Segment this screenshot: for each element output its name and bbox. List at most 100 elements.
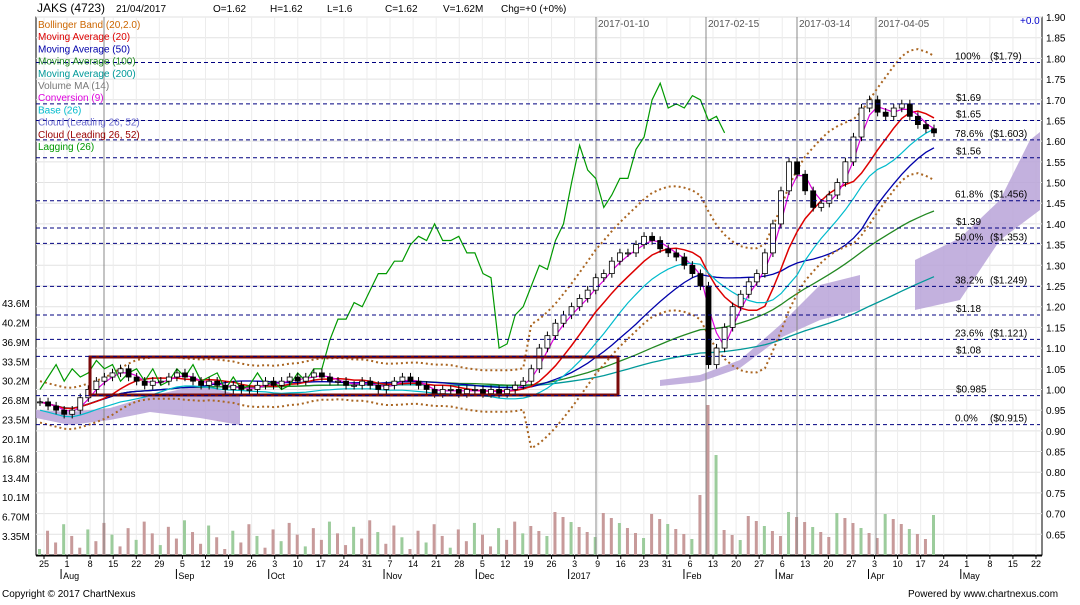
- volume-bar: [787, 512, 791, 555]
- level-label: $1.56: [956, 147, 981, 158]
- volume-bar: [674, 529, 678, 555]
- x-month-label: Oct: [271, 571, 286, 581]
- x-tick-label: 1: [65, 559, 70, 569]
- x-tick-label: 12: [500, 559, 510, 569]
- candle-body: [270, 380, 277, 386]
- candle-body: [246, 389, 253, 391]
- volume-tick-label: 36.9M: [2, 338, 30, 349]
- candle-body: [818, 202, 825, 208]
- candle-body: [431, 389, 438, 395]
- candle-body: [439, 389, 446, 395]
- fibonacci-price: ($1.121): [990, 328, 1027, 339]
- candle-body: [761, 252, 768, 274]
- x-tick-label: 22: [1031, 559, 1041, 569]
- candle-body: [383, 384, 390, 390]
- volume-bar: [762, 526, 766, 555]
- y-tick-label: 0.95: [1046, 406, 1066, 417]
- candle-body: [302, 376, 309, 382]
- marker-date-label: 2017-04-05: [878, 19, 930, 30]
- x-tick-label: 31: [362, 559, 372, 569]
- candle-body: [673, 252, 680, 258]
- volume-tick-label: 3.35M: [2, 532, 30, 543]
- legend-item: Moving Average (50): [38, 44, 130, 55]
- volume-bar: [529, 526, 533, 555]
- volume-bar: [311, 528, 315, 555]
- volume-bar: [859, 528, 863, 555]
- candle-body: [174, 372, 180, 378]
- volume-bar: [303, 546, 307, 555]
- candle-body: [802, 173, 809, 192]
- legend-item: Cloud (Leading 26, 52): [38, 118, 140, 129]
- y-tick-label: 1.90: [1046, 13, 1066, 24]
- volume-bar: [754, 521, 758, 555]
- volume-bar: [505, 539, 509, 555]
- volume-bar: [609, 518, 613, 555]
- x-tick-label: 3: [272, 559, 277, 569]
- candle-body: [109, 372, 116, 378]
- y-tick-label: 1.50: [1046, 179, 1066, 190]
- candle-body: [61, 409, 68, 415]
- level-label: $1.39: [956, 217, 981, 228]
- volume-bar: [54, 542, 58, 555]
- x-tick-label: 14: [408, 559, 418, 569]
- volume-bar: [223, 549, 227, 555]
- volume-bar: [376, 532, 380, 555]
- candle-body: [528, 368, 535, 382]
- candle-body: [343, 380, 349, 386]
- volume-bar: [497, 528, 501, 555]
- volume-bar: [456, 529, 460, 555]
- price-axis: 1.90 1.85 1.80 1.75 1.70 1.65 1.60 1.55 1.50 1.45…: [1046, 13, 1066, 541]
- candle-body: [923, 124, 929, 130]
- y-tick-label: 1.05: [1046, 365, 1066, 376]
- candle-body: [407, 376, 414, 382]
- x-tick-label: 15: [108, 559, 118, 569]
- candle-body: [165, 376, 172, 382]
- candle-body: [117, 368, 124, 374]
- x-tick-label: 12: [200, 559, 210, 569]
- header-top-right: +0.0: [1020, 16, 1040, 27]
- y-tick-label: 1.00: [1046, 385, 1066, 396]
- volume-bar: [666, 524, 670, 555]
- candle-body: [238, 384, 245, 390]
- volume-bar: [336, 533, 339, 555]
- volume-tick-label: 13.4M: [2, 474, 30, 485]
- x-tick-label: 6: [780, 559, 785, 569]
- volume-bar: [561, 517, 565, 555]
- volume-bar: [650, 514, 654, 555]
- candle-body: [262, 380, 269, 386]
- candle-body: [496, 389, 502, 395]
- candle-body: [568, 306, 575, 316]
- x-tick-label: 17: [916, 559, 926, 569]
- symbol-title: JAKS (4723): [37, 1, 105, 15]
- y-tick-label: 1.30: [1046, 261, 1066, 272]
- candle-body: [592, 277, 599, 291]
- volume-bar: [158, 545, 162, 555]
- candle-body: [375, 384, 382, 390]
- legend-item: Moving Average (100): [38, 57, 136, 68]
- candle-body: [93, 380, 100, 390]
- volume-bar: [384, 543, 388, 555]
- volume-bar: [778, 536, 782, 555]
- volume-bar: [247, 524, 251, 555]
- candle-body: [351, 384, 358, 387]
- volume-bar: [400, 537, 404, 555]
- volume-bar: [182, 520, 186, 555]
- candle-body: [391, 380, 398, 386]
- x-tick-label: 10: [893, 559, 903, 569]
- volume-bar: [239, 542, 243, 555]
- y-tick-label: 1.85: [1046, 34, 1066, 45]
- marker-date-label: 2017-03-14: [799, 19, 851, 30]
- candle-body: [101, 376, 108, 382]
- candle-body: [753, 273, 760, 283]
- candle-body: [786, 161, 792, 192]
- volume-bar: [207, 525, 211, 555]
- fibonacci-price: ($1.249): [990, 275, 1027, 286]
- volume-bar: [279, 541, 283, 555]
- candle-body: [415, 380, 422, 386]
- candle-body: [737, 293, 744, 308]
- volume-tick-label: 26.8M: [2, 396, 30, 407]
- candle-body: [931, 128, 937, 134]
- candle-body: [729, 306, 736, 328]
- candle-body: [600, 273, 607, 279]
- x-tick-label: 26: [547, 559, 557, 569]
